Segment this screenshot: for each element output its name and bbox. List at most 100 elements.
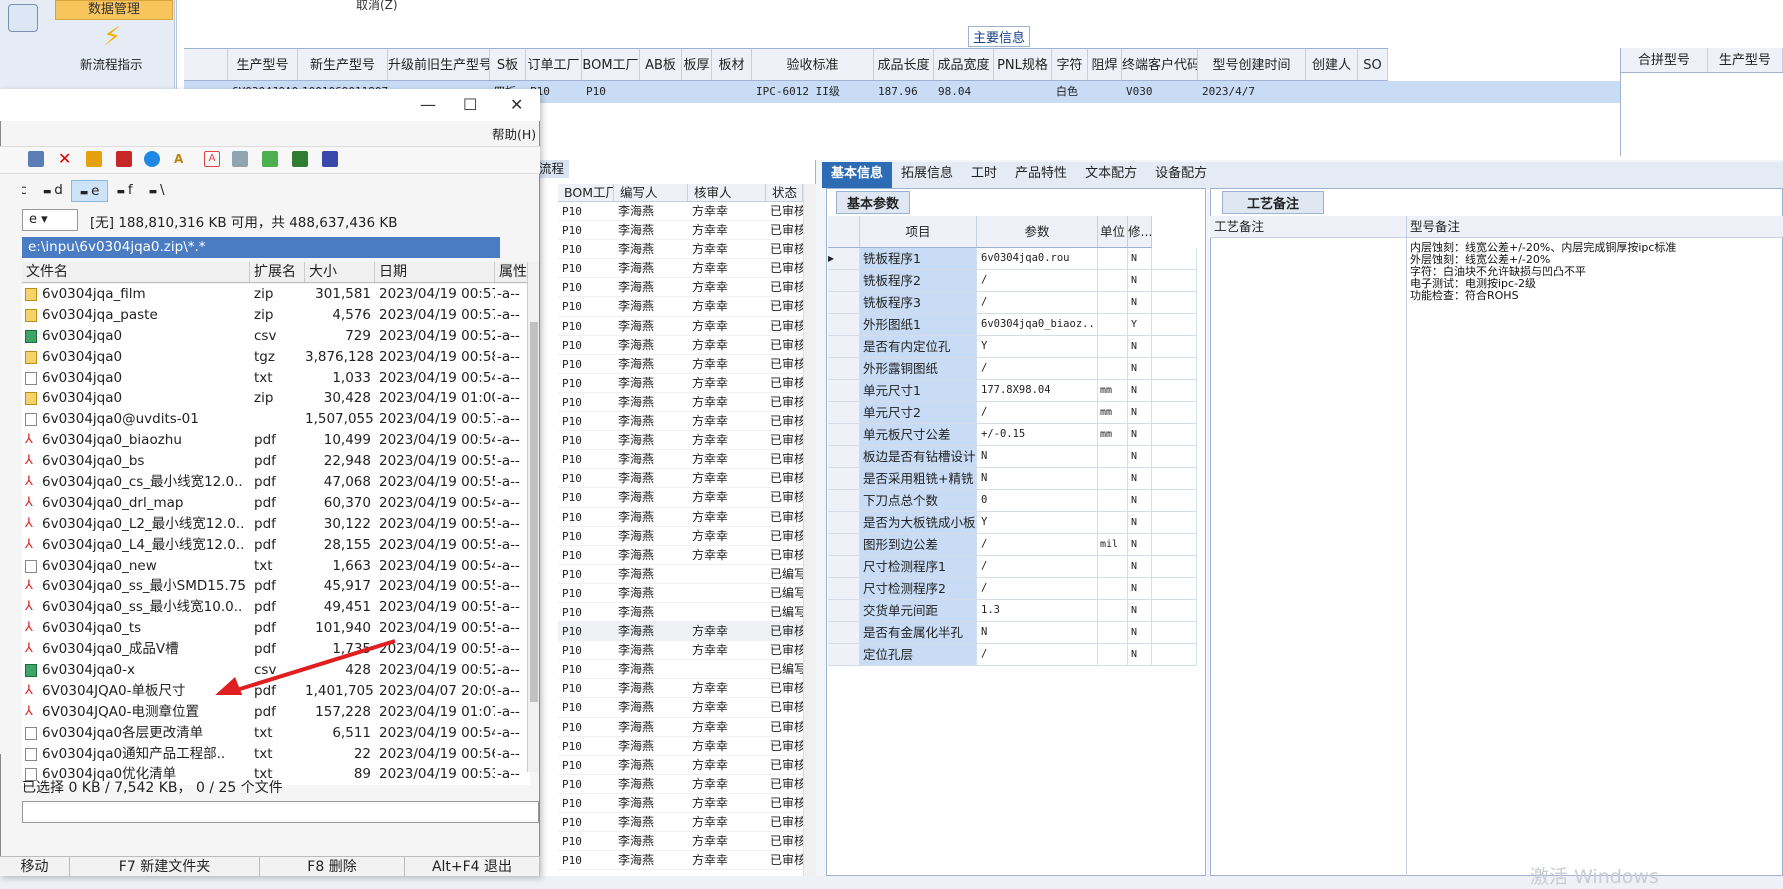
grid-cell[interactable] bbox=[1358, 81, 1388, 103]
flow-col-header[interactable]: 编写人 bbox=[614, 184, 688, 201]
flow-row[interactable]: P10 李海燕 方幸幸 已审核 bbox=[558, 737, 803, 756]
grid-col-header[interactable]: PNL规格 bbox=[994, 49, 1052, 80]
params-row[interactable]: 铣板程序3/ N bbox=[828, 292, 1197, 314]
flow-row[interactable]: P10 李海燕 已编写 bbox=[558, 603, 803, 623]
file-row[interactable]: 6v0304jqa0通知产品工程部.. txt 22 2023/04/19 00:56… bbox=[22, 744, 530, 765]
params-row[interactable]: 外形图纸1 6v0304jqa0_biaoz... Y bbox=[828, 314, 1197, 336]
file-row[interactable]: 6v0304jqa0 tgz 3,876,128 2023/04/19 00:58 -a… bbox=[22, 347, 530, 368]
word-icon[interactable] bbox=[322, 151, 338, 167]
grid-col-header[interactable]: 新生产型号 bbox=[298, 49, 388, 80]
param-value[interactable]: / bbox=[977, 556, 1098, 577]
ribbon-header[interactable]: 数据管理 bbox=[55, 0, 173, 20]
params-row[interactable]: 下刀点总个数 0 N bbox=[828, 490, 1197, 512]
flow-row[interactable]: P10 李海燕 方幸幸 已审核 bbox=[558, 355, 803, 374]
pdf-icon[interactable] bbox=[116, 151, 132, 167]
params-row[interactable]: 尺寸检测程序2/ N bbox=[828, 578, 1197, 600]
grid-cell[interactable] bbox=[994, 81, 1052, 103]
flow-row[interactable]: P10 李海燕 方幸幸 已审核 bbox=[558, 488, 803, 508]
flow-row[interactable]: P10 李海燕 方幸幸 已审核 bbox=[558, 546, 803, 565]
copy-icon[interactable] bbox=[28, 151, 44, 167]
param-value[interactable]: / bbox=[977, 402, 1098, 423]
params-col-header[interactable]: 单位 bbox=[1098, 216, 1128, 247]
notes-title[interactable]: 工艺备注 bbox=[1222, 191, 1325, 214]
menu-help[interactable]: 帮助(H) bbox=[492, 124, 536, 143]
param-value[interactable]: 1.3 bbox=[977, 600, 1098, 621]
flow-row[interactable]: P10 李海燕 已编写 bbox=[558, 565, 803, 584]
flow-row[interactable]: P10 李海燕 方幸幸 已审核 bbox=[558, 775, 803, 794]
pack-icon[interactable] bbox=[86, 151, 102, 167]
param-value[interactable]: +/-0.15 bbox=[977, 424, 1098, 445]
grid-col-header[interactable]: 型号创建时间 bbox=[1198, 49, 1306, 80]
params-row[interactable]: 图形到边公差 / mil N bbox=[828, 534, 1197, 556]
scroll-thumb[interactable] bbox=[530, 322, 538, 702]
file-row[interactable]: 6v0304jqa0各层更改清单 txt 6,511 2023/04/19 00:54… bbox=[22, 723, 530, 744]
param-value[interactable]: / bbox=[977, 292, 1098, 313]
file-col-header[interactable]: 扩展名 bbox=[250, 262, 305, 282]
grid-col-header[interactable]: 阻焊 bbox=[1088, 49, 1122, 80]
close-icon[interactable]: ✕ bbox=[510, 95, 523, 114]
params-row[interactable]: ▸ 铣板程序1 6v0304jqa0.rou N bbox=[828, 248, 1197, 270]
file-col-header[interactable]: 文件名 bbox=[22, 262, 250, 282]
tab-5[interactable]: 设备配方 bbox=[1146, 162, 1216, 188]
flow-row[interactable]: P10 李海燕 方幸幸 已审核 bbox=[558, 469, 803, 489]
params-row[interactable]: 是否有金属化半孔 N N bbox=[828, 622, 1197, 644]
param-value[interactable]: 177.8X98.04 bbox=[977, 380, 1098, 401]
flow-row[interactable]: P10 李海燕 方幸幸 已审核 bbox=[558, 813, 803, 833]
params-row[interactable]: 外形露铜图纸 / N bbox=[828, 358, 1197, 380]
drive-2[interactable]: ▬ e bbox=[70, 180, 109, 202]
grid-col-header[interactable]: 板厚 bbox=[682, 49, 712, 80]
file-row[interactable]: 6v0304jqa0@uvdits-01 1,507,055 2023/04/19 … bbox=[22, 409, 530, 430]
grid-col-header[interactable]: 订单工厂 bbox=[526, 49, 582, 80]
file-row[interactable]: ⅄ 6v0304jqa0_L4_最小线宽12.0.. pdf 28,155 2023/0… bbox=[22, 535, 530, 556]
grid-col-header[interactable]: 生产型号 bbox=[228, 49, 298, 80]
drive-4[interactable]: ▬ \ bbox=[141, 180, 173, 202]
flow-row[interactable]: P10 李海燕 方幸幸 已审核 bbox=[558, 221, 803, 241]
param-value[interactable]: Y bbox=[977, 336, 1098, 357]
file-col-header[interactable]: 属性 bbox=[495, 262, 530, 282]
file-row[interactable]: ⅄ 6V0304JQA0-电测章位置 pdf 157,228 2023/04/19 01… bbox=[22, 702, 530, 723]
grid-col-header[interactable]: BOM工厂 bbox=[582, 49, 640, 80]
file-row[interactable]: ⅄ 6v0304jqa0_bs pdf 22,948 2023/04/19 00:55-… bbox=[22, 451, 530, 472]
grid-col-header[interactable]: 板材 bbox=[712, 49, 752, 80]
param-value[interactable]: N bbox=[977, 622, 1098, 643]
param-value[interactable]: / bbox=[977, 578, 1098, 599]
grid-cell[interactable]: 白色 bbox=[1052, 81, 1088, 103]
grid-cell[interactable]: 2023/4/7 bbox=[1198, 81, 1306, 103]
flow-row[interactable]: P10 李海燕 方幸幸 已审核 bbox=[558, 374, 803, 393]
flow-row[interactable]: P10 李海燕 方幸幸 已审核 bbox=[558, 508, 803, 527]
flow-row[interactable]: P10 李海燕 方幸幸 已审核 bbox=[558, 622, 803, 642]
fkey-0[interactable]: 移动 bbox=[0, 857, 70, 876]
excel-icon[interactable] bbox=[292, 151, 308, 167]
file-row[interactable]: ⅄ 6v0304jqa0_cs_最小线宽12.0.. pdf 47,068 2023/0… bbox=[22, 472, 530, 493]
flow-col-header[interactable]: 核审人 bbox=[688, 184, 766, 201]
flow-row[interactable]: P10 李海燕 方幸幸 已审核 bbox=[558, 794, 803, 813]
flow-col-header[interactable]: 状态 bbox=[766, 184, 803, 201]
params-col-header[interactable]: 参数 bbox=[977, 216, 1098, 247]
param-value[interactable]: 6v0304jqa0_biaoz... bbox=[977, 314, 1098, 335]
params-row[interactable]: 板边是否有钻槽设计 N N bbox=[828, 446, 1197, 468]
command-line[interactable] bbox=[22, 801, 539, 823]
current-path[interactable]: e:\inpu\6v0304jqa0.zip\*.* bbox=[22, 237, 500, 258]
file-row[interactable]: 6v0304jqa_film zip 301,581 2023/04/19 00:57… bbox=[22, 284, 530, 305]
param-value[interactable]: N bbox=[977, 446, 1098, 467]
flow-row[interactable]: P10 李海燕 方幸幸 已审核 bbox=[558, 336, 803, 355]
cancel-button[interactable]: 取消(Z) bbox=[356, 0, 398, 13]
grid-col-header[interactable]: AB板 bbox=[640, 49, 682, 80]
param-value[interactable]: 6v0304jqa0.rou bbox=[977, 248, 1098, 269]
grid-col-header[interactable]: 终端客户代码 bbox=[1122, 49, 1198, 80]
params-row[interactable]: 交货单元间距 1.3 N bbox=[828, 600, 1197, 622]
params-col-header[interactable]: 修... bbox=[1128, 216, 1152, 247]
fm-titlebar[interactable]: — ☐ ✕ bbox=[0, 89, 540, 121]
file-row[interactable]: ⅄ 6v0304jqa0_ss_最小SMD15.75 pdf 45,917 2023/0… bbox=[22, 576, 530, 597]
pdf-doc-icon[interactable]: A bbox=[204, 151, 220, 167]
param-value[interactable]: / bbox=[977, 358, 1098, 379]
flow-row[interactable]: P10 李海燕 方幸幸 已审核 bbox=[558, 412, 803, 432]
grid-cell[interactable] bbox=[712, 81, 752, 103]
file-col-header[interactable]: 日期 bbox=[375, 262, 495, 282]
flow-row[interactable]: P10 李海燕 已编写 bbox=[558, 584, 803, 603]
grid-col-header[interactable]: 成品宽度 bbox=[934, 49, 994, 80]
grid-cell[interactable]: P10 bbox=[582, 81, 640, 103]
merge-col-header[interactable]: 生产型号 bbox=[1708, 48, 1783, 72]
refresh-icon[interactable] bbox=[144, 151, 160, 167]
delete-icon[interactable]: ✕ bbox=[58, 151, 74, 167]
